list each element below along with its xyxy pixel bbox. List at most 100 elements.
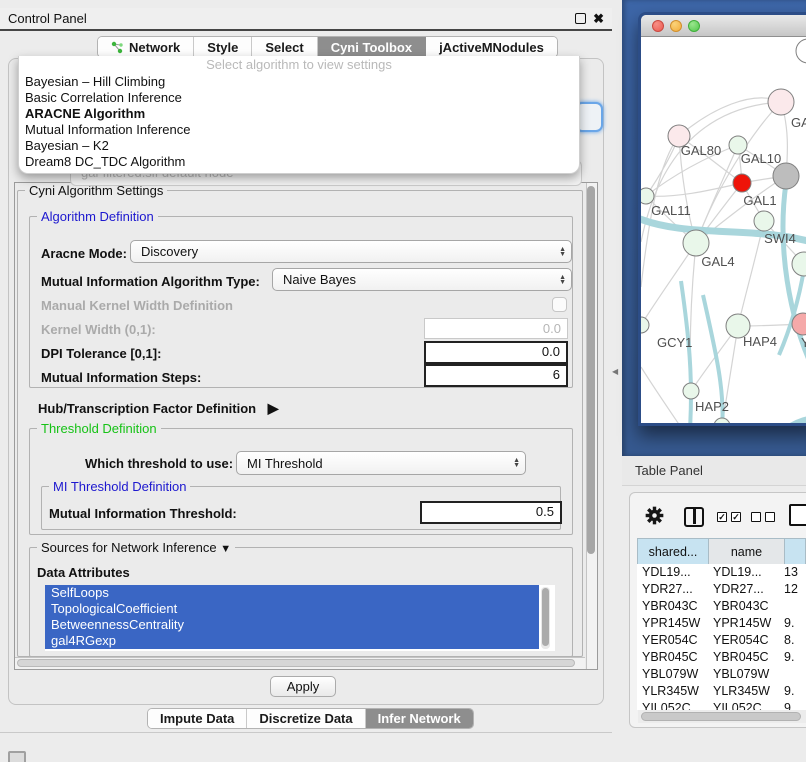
tab-cyni-toolbox[interactable]: Cyni Toolbox xyxy=(318,37,426,57)
algorithm-definition-title: Algorithm Definition xyxy=(37,209,158,224)
splitpane-collapse-arrow[interactable]: ◀ xyxy=(612,367,618,376)
node-label: GAL xyxy=(791,115,806,130)
attribute-item[interactable]: BetweennessCentrality xyxy=(45,617,539,633)
tab-discretize-data[interactable]: Discretize Data xyxy=(247,709,365,728)
close-traffic-light[interactable] xyxy=(652,20,664,32)
chevron-down-icon: ▼ xyxy=(220,543,231,555)
aracne-mode-combo[interactable]: Discovery ▲▼ xyxy=(130,240,572,263)
network-edge[interactable] xyxy=(641,243,696,325)
select-unchecked-icon[interactable] xyxy=(765,512,775,522)
algorithm-option[interactable]: Dream8 DC_TDC Algorithm xyxy=(19,154,579,170)
collapsed-panel-icon[interactable] xyxy=(8,751,26,762)
attribute-item[interactable]: TopologicalCoefficient xyxy=(45,601,539,617)
node-label: GAL80 xyxy=(681,143,721,158)
mi-steps-field[interactable]: 6 xyxy=(424,364,568,387)
network-node[interactable] xyxy=(641,188,654,204)
network-node[interactable] xyxy=(768,89,794,115)
node-label: GAL4 xyxy=(701,254,734,269)
network-node[interactable] xyxy=(773,163,799,189)
network-graph[interactable]: GAL80GALGAL10GAL1SWI4GAL11GAL4GCY1HAP4YH… xyxy=(641,37,806,426)
select-checked-icon[interactable]: ✓ xyxy=(717,512,727,522)
node-label: GAL10 xyxy=(741,151,781,166)
attribute-item[interactable]: SelfLoops xyxy=(45,585,539,601)
node-table-body: YDL19...YDL19...13YDR27...YDR27...12YBR0… xyxy=(637,564,806,710)
algorithm-option[interactable]: Bayesian – Hill Climbing xyxy=(19,74,579,90)
mi-algorithm-type-combo[interactable]: Naive Bayes ▲▼ xyxy=(272,268,572,291)
table-row[interactable]: YER054CYER054C8. xyxy=(637,632,806,649)
attributes-scrollbar[interactable] xyxy=(541,587,550,649)
table-row[interactable]: YBL079WYBL079W xyxy=(637,666,806,683)
apply-button[interactable]: Apply xyxy=(270,676,336,697)
tab-network-label: Network xyxy=(129,40,180,55)
column-header-cut[interactable] xyxy=(784,539,805,565)
zoom-traffic-light[interactable] xyxy=(688,20,700,32)
network-node[interactable] xyxy=(714,418,730,426)
tab-infer-network[interactable]: Infer Network xyxy=(366,709,473,728)
data-attributes-label: Data Attributes xyxy=(37,565,130,580)
hub-section-toggle[interactable]: Hub/Transcription Factor Definition ▶ xyxy=(38,400,279,417)
table-row[interactable]: YDR27...YDR27...12 xyxy=(637,581,806,598)
network-node[interactable] xyxy=(792,252,806,276)
table-horizontal-scrollbar-thumb[interactable] xyxy=(641,712,801,721)
algorithm-dropdown-prompt: Select algorithm to view settings xyxy=(19,56,579,74)
node-table-header: shared... name xyxy=(637,538,806,565)
table-panel-titlebar: Table Panel xyxy=(622,456,806,486)
network-edge[interactable] xyxy=(681,281,691,426)
settings-vertical-scrollbar-thumb[interactable] xyxy=(587,186,595,554)
algorithm-option[interactable]: Mutual Information Inference xyxy=(19,122,579,138)
network-node[interactable] xyxy=(733,174,751,192)
network-node[interactable] xyxy=(683,230,709,256)
tab-network[interactable]: Network xyxy=(98,37,194,57)
dpi-tolerance-label: DPI Tolerance [0,1]: xyxy=(41,346,161,361)
kernel-width-field[interactable]: 0.0 xyxy=(424,318,568,339)
mi-threshold-field[interactable]: 0.5 xyxy=(420,501,562,524)
algorithm-option[interactable]: Bayesian – K2 xyxy=(19,138,579,154)
network-view-window[interactable]: GAL80GALGAL10GAL1SWI4GAL11GAL4GCY1HAP4YH… xyxy=(638,12,806,426)
manual-kernel-checkbox[interactable] xyxy=(552,297,567,312)
settings-horizontal-scrollbar-thumb[interactable] xyxy=(17,659,575,667)
network-node[interactable] xyxy=(683,383,699,399)
tab-select[interactable]: Select xyxy=(252,37,317,57)
algorithm-option[interactable]: ARACNE Algorithm xyxy=(19,106,579,122)
network-node[interactable] xyxy=(641,317,649,333)
algorithm-option[interactable]: Basic Correlation Inference xyxy=(19,90,579,106)
node-label: GAL1 xyxy=(743,193,776,208)
select-checked-icon[interactable]: ✓ xyxy=(731,512,741,522)
algorithm-dropdown-list: Bayesian – Hill ClimbingBasic Correlatio… xyxy=(19,74,579,170)
sources-toggle[interactable]: Sources for Network Inference ▼ xyxy=(37,540,235,555)
stepper-arrows-icon: ▲▼ xyxy=(513,458,520,468)
document-icon[interactable] xyxy=(789,504,806,526)
tab-impute-data[interactable]: Impute Data xyxy=(148,709,247,728)
chevron-right-icon: ▶ xyxy=(268,400,279,416)
mi-threshold-label: Mutual Information Threshold: xyxy=(49,506,237,521)
column-header-name[interactable]: name xyxy=(708,539,784,565)
dpi-tolerance-field[interactable]: 0.0 xyxy=(424,341,568,364)
node-label: GAL11 xyxy=(651,203,691,218)
select-unchecked-icon[interactable] xyxy=(751,512,761,522)
attribute-item[interactable]: gal4RGexp xyxy=(45,633,539,649)
window-bottom-divider xyxy=(0,732,612,733)
threshold-definition-title: Threshold Definition xyxy=(37,421,161,436)
tab-jactivemnodules[interactable]: jActiveMNodules xyxy=(426,37,557,57)
table-row[interactable]: YLR345WYLR345W9. xyxy=(637,683,806,700)
mi-algorithm-type-label: Mutual Information Algorithm Type: xyxy=(41,274,260,289)
network-window-titlebar[interactable] xyxy=(641,15,806,37)
network-node[interactable] xyxy=(754,211,774,231)
columns-icon[interactable] xyxy=(684,507,704,527)
table-row[interactable]: YBR045CYBR045C9. xyxy=(637,649,806,666)
float-window-icon[interactable] xyxy=(575,13,586,24)
network-edge[interactable] xyxy=(641,367,726,426)
table-row[interactable]: YBR043CYBR043C xyxy=(637,598,806,615)
table-row[interactable]: YDL19...YDL19...13 xyxy=(637,564,806,581)
tab-style[interactable]: Style xyxy=(194,37,252,57)
table-row[interactable]: YPR145WYPR145W9. xyxy=(637,615,806,632)
network-edge[interactable] xyxy=(749,419,806,426)
table-row[interactable]: YIL052CYIL052C9 xyxy=(637,700,806,710)
close-icon[interactable]: ✖ xyxy=(593,11,604,27)
minimize-traffic-light[interactable] xyxy=(670,20,682,32)
which-threshold-label: Which threshold to use: xyxy=(85,456,233,471)
network-node[interactable] xyxy=(796,39,806,63)
gear-icon[interactable] xyxy=(645,506,664,525)
column-header-shared-name[interactable]: shared... xyxy=(638,539,709,565)
which-threshold-combo[interactable]: MI Threshold ▲▼ xyxy=(236,451,526,475)
